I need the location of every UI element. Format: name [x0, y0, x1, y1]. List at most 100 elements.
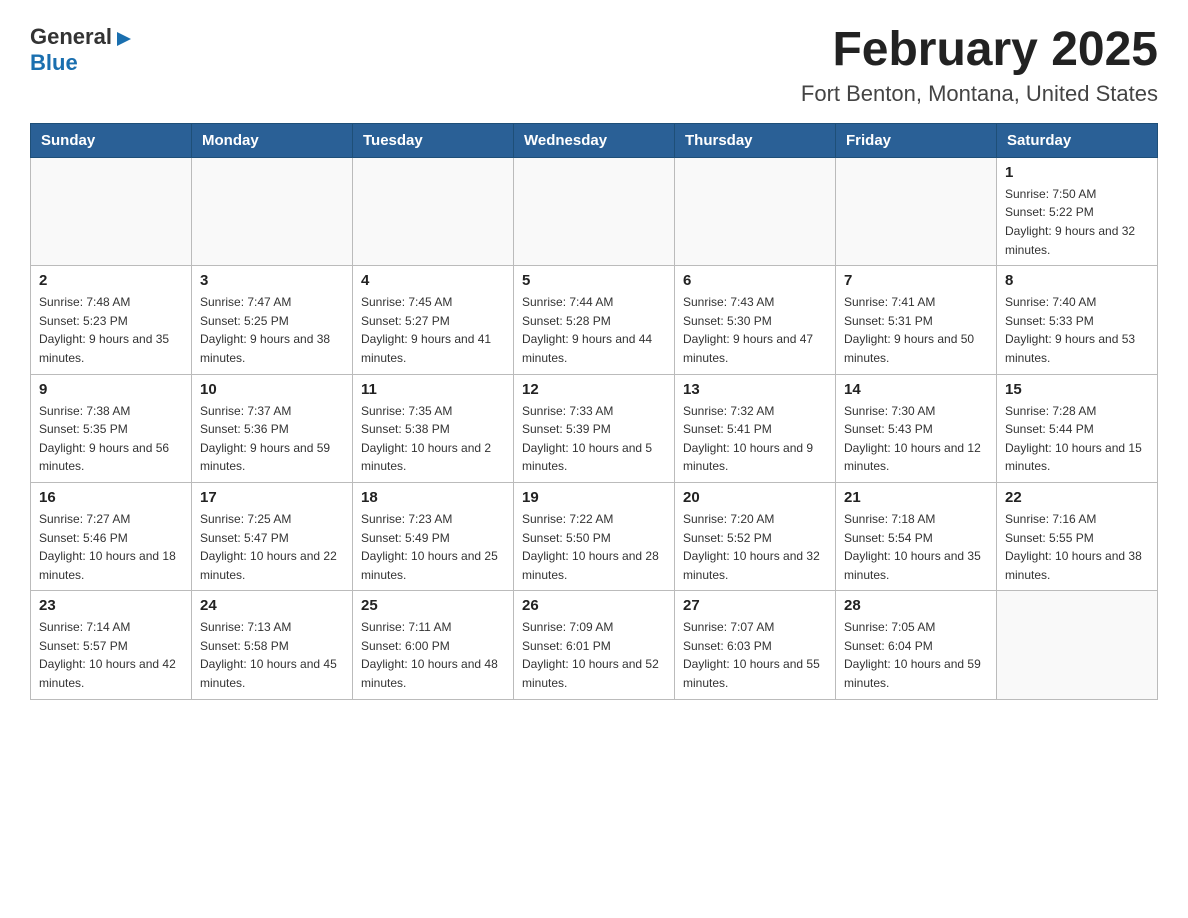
calendar-cell: 12Sunrise: 7:33 AM Sunset: 5:39 PM Dayli… [514, 374, 675, 482]
day-info: Sunrise: 7:14 AM Sunset: 5:57 PM Dayligh… [39, 618, 183, 692]
day-info: Sunrise: 7:32 AM Sunset: 5:41 PM Dayligh… [683, 402, 827, 476]
title-block: February 2025 Fort Benton, Montana, Unit… [801, 24, 1158, 107]
day-number: 2 [39, 272, 183, 289]
day-info: Sunrise: 7:23 AM Sunset: 5:49 PM Dayligh… [361, 510, 505, 584]
calendar-cell [31, 157, 192, 265]
calendar-cell: 27Sunrise: 7:07 AM Sunset: 6:03 PM Dayli… [675, 591, 836, 699]
column-header-tuesday: Tuesday [353, 123, 514, 157]
calendar-cell: 6 Sunrise: 7:43 AM Sunset: 5:30 PM Daylig… [675, 266, 836, 374]
calendar-cell [353, 157, 514, 265]
day-number: 12 [522, 381, 666, 398]
day-number: 4 [361, 272, 505, 289]
day-info: Sunrise: 7:05 AM Sunset: 6:04 PM Dayligh… [844, 618, 988, 692]
day-info: Sunrise: 7:22 AM Sunset: 5:50 PM Dayligh… [522, 510, 666, 584]
calendar-cell: 8 Sunrise: 7:40 AM Sunset: 5:33 PM Daylig… [997, 266, 1158, 374]
calendar-cell: 11Sunrise: 7:35 AM Sunset: 5:38 PM Dayli… [353, 374, 514, 482]
calendar-cell: 1Sunrise: 7:50 AM Sunset: 5:22 PM Daylig… [997, 157, 1158, 265]
day-number: 25 [361, 597, 505, 614]
day-number: 23 [39, 597, 183, 614]
day-number: 16 [39, 489, 183, 506]
calendar-cell [836, 157, 997, 265]
calendar-cell: 16 Sunrise: 7:27 AM Sunset: 5:46 PM Dayli… [31, 482, 192, 590]
calendar-cell: 26 Sunrise: 7:09 AM Sunset: 6:01 PM Dayli… [514, 591, 675, 699]
day-info: Sunrise: 7:25 AM Sunset: 5:47 PM Dayligh… [200, 510, 344, 584]
calendar-cell: 14Sunrise: 7:30 AM Sunset: 5:43 PM Dayli… [836, 374, 997, 482]
day-number: 13 [683, 381, 827, 398]
column-header-wednesday: Wednesday [514, 123, 675, 157]
day-number: 22 [1005, 489, 1149, 506]
calendar-cell: 22 Sunrise: 7:16 AM Sunset: 5:55 PM Dayli… [997, 482, 1158, 590]
day-info: Sunrise: 7:11 AM Sunset: 6:00 PM Dayligh… [361, 618, 505, 692]
day-number: 10 [200, 381, 344, 398]
day-number: 6 [683, 272, 827, 289]
logo-triangle-icon [115, 30, 133, 48]
column-header-sunday: Sunday [31, 123, 192, 157]
calendar-cell: 24 Sunrise: 7:13 AM Sunset: 5:58 PM Dayli… [192, 591, 353, 699]
calendar-cell: 18 Sunrise: 7:23 AM Sunset: 5:49 PM Dayli… [353, 482, 514, 590]
calendar-cell: 17Sunrise: 7:25 AM Sunset: 5:47 PM Dayli… [192, 482, 353, 590]
day-info: Sunrise: 7:50 AM Sunset: 5:22 PM Dayligh… [1005, 185, 1149, 259]
day-number: 26 [522, 597, 666, 614]
day-number: 9 [39, 381, 183, 398]
day-info: Sunrise: 7:27 AM Sunset: 5:46 PM Dayligh… [39, 510, 183, 584]
calendar-cell [514, 157, 675, 265]
day-number: 18 [361, 489, 505, 506]
calendar-subtitle: Fort Benton, Montana, United States [801, 81, 1158, 107]
calendar-cell: 23 Sunrise: 7:14 AM Sunset: 5:57 PM Dayli… [31, 591, 192, 699]
calendar-table: SundayMondayTuesdayWednesdayThursdayFrid… [30, 123, 1158, 700]
calendar-week-3: 9 Sunrise: 7:38 AM Sunset: 5:35 PM Daylig… [31, 374, 1158, 482]
calendar-cell: 10 Sunrise: 7:37 AM Sunset: 5:36 PM Dayli… [192, 374, 353, 482]
day-info: Sunrise: 7:20 AM Sunset: 5:52 PM Dayligh… [683, 510, 827, 584]
calendar-week-4: 16 Sunrise: 7:27 AM Sunset: 5:46 PM Dayli… [31, 482, 1158, 590]
day-info: Sunrise: 7:40 AM Sunset: 5:33 PM Dayligh… [1005, 293, 1149, 367]
column-header-friday: Friday [836, 123, 997, 157]
day-info: Sunrise: 7:09 AM Sunset: 6:01 PM Dayligh… [522, 618, 666, 692]
calendar-week-5: 23 Sunrise: 7:14 AM Sunset: 5:57 PM Dayli… [31, 591, 1158, 699]
calendar-body: 1Sunrise: 7:50 AM Sunset: 5:22 PM Daylig… [31, 157, 1158, 699]
day-number: 8 [1005, 272, 1149, 289]
day-info: Sunrise: 7:45 AM Sunset: 5:27 PM Dayligh… [361, 293, 505, 367]
calendar-week-2: 2 Sunrise: 7:48 AM Sunset: 5:23 PM Daylig… [31, 266, 1158, 374]
day-info: Sunrise: 7:37 AM Sunset: 5:36 PM Dayligh… [200, 402, 344, 476]
day-number: 11 [361, 381, 505, 398]
day-number: 21 [844, 489, 988, 506]
calendar-week-1: 1Sunrise: 7:50 AM Sunset: 5:22 PM Daylig… [31, 157, 1158, 265]
day-info: Sunrise: 7:44 AM Sunset: 5:28 PM Dayligh… [522, 293, 666, 367]
calendar-title: February 2025 [801, 24, 1158, 77]
calendar-cell: 21 Sunrise: 7:18 AM Sunset: 5:54 PM Dayli… [836, 482, 997, 590]
day-info: Sunrise: 7:47 AM Sunset: 5:25 PM Dayligh… [200, 293, 344, 367]
day-info: Sunrise: 7:38 AM Sunset: 5:35 PM Dayligh… [39, 402, 183, 476]
calendar-cell: 3Sunrise: 7:47 AM Sunset: 5:25 PM Daylig… [192, 266, 353, 374]
day-number: 14 [844, 381, 988, 398]
day-info: Sunrise: 7:48 AM Sunset: 5:23 PM Dayligh… [39, 293, 183, 367]
calendar-cell [675, 157, 836, 265]
day-number: 15 [1005, 381, 1149, 398]
calendar-cell [192, 157, 353, 265]
calendar-cell: 28 Sunrise: 7:05 AM Sunset: 6:04 PM Dayli… [836, 591, 997, 699]
day-info: Sunrise: 7:41 AM Sunset: 5:31 PM Dayligh… [844, 293, 988, 367]
day-info: Sunrise: 7:28 AM Sunset: 5:44 PM Dayligh… [1005, 402, 1149, 476]
day-number: 20 [683, 489, 827, 506]
day-number: 7 [844, 272, 988, 289]
logo-general: General [30, 24, 112, 50]
day-number: 5 [522, 272, 666, 289]
calendar-cell: 19 Sunrise: 7:22 AM Sunset: 5:50 PM Dayli… [514, 482, 675, 590]
calendar-cell: 4 Sunrise: 7:45 AM Sunset: 5:27 PM Daylig… [353, 266, 514, 374]
calendar-cell: 25 Sunrise: 7:11 AM Sunset: 6:00 PM Dayli… [353, 591, 514, 699]
calendar-cell: 13 Sunrise: 7:32 AM Sunset: 5:41 PM Dayli… [675, 374, 836, 482]
day-info: Sunrise: 7:43 AM Sunset: 5:30 PM Dayligh… [683, 293, 827, 367]
column-header-monday: Monday [192, 123, 353, 157]
day-info: Sunrise: 7:16 AM Sunset: 5:55 PM Dayligh… [1005, 510, 1149, 584]
calendar-cell: 9 Sunrise: 7:38 AM Sunset: 5:35 PM Daylig… [31, 374, 192, 482]
day-number: 19 [522, 489, 666, 506]
page-header: General Blue February 2025 Fort Benton, … [30, 24, 1158, 107]
column-header-thursday: Thursday [675, 123, 836, 157]
calendar-cell: 5 Sunrise: 7:44 AM Sunset: 5:28 PM Daylig… [514, 266, 675, 374]
column-header-saturday: Saturday [997, 123, 1158, 157]
day-info: Sunrise: 7:13 AM Sunset: 5:58 PM Dayligh… [200, 618, 344, 692]
day-info: Sunrise: 7:18 AM Sunset: 5:54 PM Dayligh… [844, 510, 988, 584]
calendar-cell: 20 Sunrise: 7:20 AM Sunset: 5:52 PM Dayli… [675, 482, 836, 590]
day-number: 28 [844, 597, 988, 614]
day-number: 24 [200, 597, 344, 614]
calendar-cell [997, 591, 1158, 699]
